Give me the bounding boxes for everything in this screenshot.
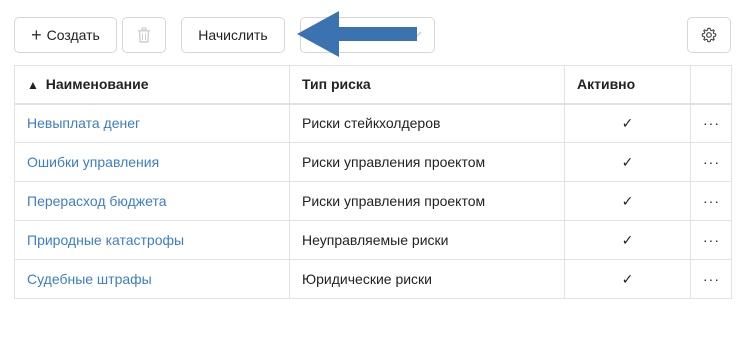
- active-check-icon: ✓: [564, 103, 691, 143]
- table-row[interactable]: Перерасход бюджета Риски управления проек…: [14, 181, 732, 221]
- column-header-actions: [690, 65, 732, 105]
- risks-table: ▲ Наименование Тип риска Активно Невыпла…: [14, 65, 732, 299]
- accrue-button[interactable]: Начислить: [181, 17, 285, 53]
- table-row[interactable]: Судебные штрафы Юридические риски ✓ ···: [14, 259, 732, 299]
- risk-name-link[interactable]: Судебные штрафы: [14, 259, 290, 299]
- create-button-label: Создать: [46, 27, 100, 43]
- table-row[interactable]: Невыплата денег Риски стейкхолдеров ✓ ···: [14, 103, 732, 143]
- table-row[interactable]: Природные катастрофы Неуправляемые риски ✓…: [14, 220, 732, 260]
- delete-button[interactable]: [122, 17, 166, 53]
- active-check-icon: ✓: [564, 220, 691, 260]
- column-header-risk-type[interactable]: Тип риска: [289, 65, 565, 105]
- risk-type-cell: Риски управления проектом: [289, 142, 565, 182]
- settings-button[interactable]: [687, 17, 731, 53]
- sort-ascending-icon: ▲: [27, 78, 39, 93]
- risk-name-link[interactable]: Ошибки управления: [14, 142, 290, 182]
- arrow-annotation-icon: [297, 11, 417, 57]
- risk-type-cell: Риски управления проектом: [289, 181, 565, 221]
- column-header-name[interactable]: ▲ Наименование: [14, 65, 290, 105]
- plus-icon: +: [31, 25, 42, 45]
- row-menu-button[interactable]: ···: [690, 259, 732, 299]
- risk-name-link[interactable]: Природные катастрофы: [14, 220, 290, 260]
- row-menu-button[interactable]: ···: [690, 181, 732, 221]
- gear-icon: [701, 27, 717, 43]
- row-menu-button[interactable]: ···: [690, 103, 732, 143]
- table-row[interactable]: Ошибки управления Риски управления проект…: [14, 142, 732, 182]
- risk-name-link[interactable]: Перерасход бюджета: [14, 181, 290, 221]
- accrue-button-label: Начислить: [198, 27, 268, 43]
- active-check-icon: ✓: [564, 259, 691, 299]
- column-header-active[interactable]: Активно: [564, 65, 691, 105]
- risk-type-cell: Риски стейкхолдеров: [289, 103, 565, 143]
- row-menu-button[interactable]: ···: [690, 142, 732, 182]
- active-check-icon: ✓: [564, 142, 691, 182]
- trash-icon: [138, 27, 150, 43]
- risk-type-cell: Юридические риски: [289, 259, 565, 299]
- row-menu-button[interactable]: ···: [690, 220, 732, 260]
- toolbar: + Создать Начислить: [0, 0, 755, 64]
- active-check-icon: ✓: [564, 181, 691, 221]
- risk-type-cell: Неуправляемые риски: [289, 220, 565, 260]
- create-button[interactable]: + Создать: [14, 17, 117, 53]
- table-header-row: ▲ Наименование Тип риска Активно: [14, 65, 732, 105]
- risk-name-link[interactable]: Невыплата денег: [14, 103, 290, 143]
